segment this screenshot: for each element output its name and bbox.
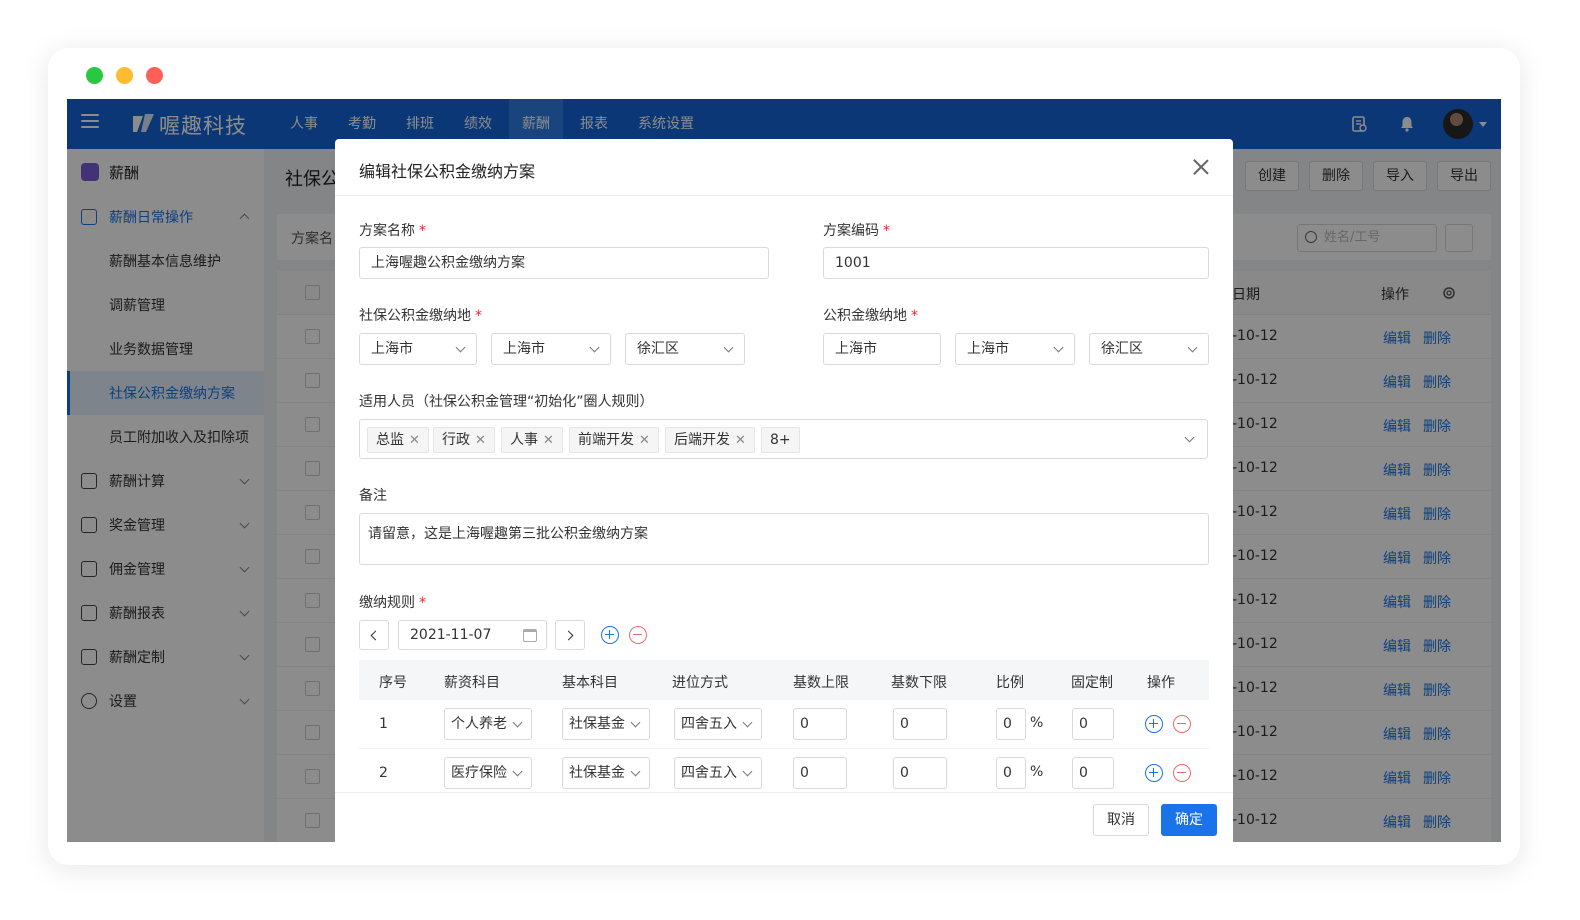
base-item-select[interactable]: 社保基金: [562, 708, 650, 740]
column-rounding: 进位方式: [672, 675, 728, 691]
required-mark: *: [419, 223, 426, 239]
upper-limit-input[interactable]: 0: [793, 708, 847, 740]
close-icon[interactable]: ✕: [639, 429, 650, 453]
lower-limit-input[interactable]: 0: [893, 757, 947, 789]
tag-admin: 行政 ✕: [433, 427, 495, 453]
chevron-left-icon: [370, 630, 381, 641]
rounding-select[interactable]: 四舍五入: [674, 757, 762, 789]
prev-date-button[interactable]: [359, 620, 389, 650]
dialog-title: 编辑社保公积金缴纳方案: [359, 162, 536, 181]
salary-item-select[interactable]: 个人养老: [444, 708, 532, 740]
plan-name-label: 方案名称 *: [359, 220, 426, 240]
tag-more[interactable]: 8+: [761, 427, 800, 453]
remove-row-icon[interactable]: [1173, 715, 1191, 733]
ratio-input[interactable]: 0: [996, 757, 1026, 789]
social-city-select[interactable]: 上海市: [491, 333, 611, 365]
column-ratio: 比例: [996, 675, 1024, 691]
chevron-right-icon: [563, 630, 574, 641]
plan-name-input[interactable]: 上海喔趣公积金缴纳方案: [359, 247, 769, 279]
remove-row-icon[interactable]: [1173, 764, 1191, 782]
tag-label: 后端开发: [674, 432, 730, 448]
rules-label-text: 缴纳规则: [359, 595, 415, 611]
window-minimize-dot[interactable]: [116, 67, 133, 84]
close-icon[interactable]: ✕: [543, 429, 554, 453]
required-mark: *: [883, 223, 890, 239]
fund-location-label-text: 公积金缴纳地: [823, 308, 907, 324]
column-salary-item: 薪资科目: [444, 675, 500, 691]
tag-label: 行政: [442, 432, 470, 448]
required-mark: *: [911, 308, 918, 324]
plan-code-label: 方案编码 *: [823, 220, 890, 240]
tag-backend: 后端开发 ✕: [665, 427, 755, 453]
base-item-select[interactable]: 社保基金: [562, 757, 650, 789]
rule-row: 2 医疗保险 社保基金 四舍五入 0 0 0 % 0: [359, 749, 1209, 798]
edit-plan-dialog: 编辑社保公积金缴纳方案 方案名称 * 上海喔趣公积金缴纳方案 方案编码 * 1001…: [335, 139, 1233, 842]
applicable-staff-label: 适用人员（社保公积金管理“初始化”圈人规则）: [359, 394, 654, 410]
plan-name-label-text: 方案名称: [359, 223, 415, 239]
plan-code-label-text: 方案编码: [823, 223, 879, 239]
remark-label: 备注: [359, 488, 387, 504]
rule-date-value: 2021-11-07: [410, 627, 492, 643]
fixed-input[interactable]: 0: [1072, 708, 1114, 740]
tag-label: 前端开发: [578, 432, 634, 448]
fund-district-select[interactable]: 徐汇区: [1089, 333, 1209, 365]
close-icon[interactable]: ✕: [735, 429, 746, 453]
confirm-button[interactable]: 确定: [1161, 804, 1217, 836]
fixed-input[interactable]: 0: [1072, 757, 1114, 789]
rounding-select[interactable]: 四舍五入: [674, 708, 762, 740]
rule-row: 1 个人养老 社保基金 四舍五入 0 0 0 % 0: [359, 700, 1209, 749]
calendar-icon: [523, 629, 537, 642]
next-date-button[interactable]: [555, 620, 585, 650]
tag-frontend: 前端开发 ✕: [569, 427, 659, 453]
percent-sign: %: [1030, 764, 1044, 780]
rule-date-input[interactable]: 2021-11-07: [398, 620, 547, 650]
fund-location-label: 公积金缴纳地 *: [823, 305, 918, 325]
column-upper-limit: 基数上限: [793, 675, 849, 691]
close-icon[interactable]: ✕: [409, 429, 420, 453]
remark-textarea[interactable]: 请留意，这是上海喔趣第三批公积金缴纳方案: [359, 513, 1209, 565]
upper-limit-input[interactable]: 0: [793, 757, 847, 789]
window-maximize-dot[interactable]: [86, 67, 103, 84]
rules-label: 缴纳规则 *: [359, 592, 426, 612]
add-row-icon[interactable]: [1145, 715, 1163, 733]
remove-rule-icon[interactable]: [629, 626, 647, 644]
column-no: 序号: [379, 675, 407, 691]
add-rule-icon[interactable]: [601, 626, 619, 644]
salary-item-select[interactable]: 医疗保险: [444, 757, 532, 789]
tag-hr: 人事 ✕: [501, 427, 563, 453]
percent-sign: %: [1030, 715, 1044, 731]
column-base-item: 基本科目: [562, 675, 618, 691]
fund-province-input[interactable]: 上海市: [823, 333, 941, 365]
applicable-staff-select[interactable]: 总监 ✕ 行政 ✕ 人事 ✕ 前端开发 ✕ 后端开发 ✕ 8+: [359, 419, 1208, 459]
social-location-label: 社保公积金缴纳地 *: [359, 305, 482, 325]
required-mark: *: [475, 308, 482, 324]
lower-limit-input[interactable]: 0: [893, 708, 947, 740]
social-location-label-text: 社保公积金缴纳地: [359, 308, 471, 324]
social-district-select[interactable]: 徐汇区: [625, 333, 745, 365]
social-province-select[interactable]: 上海市: [359, 333, 477, 365]
close-icon[interactable]: ✕: [475, 429, 486, 453]
rule-table-header: 序号 薪资科目 基本科目 进位方式 基数上限 基数下限 比例 固定制 操作: [359, 660, 1209, 700]
rule-row-no: 2: [379, 765, 388, 781]
column-fixed: 固定制: [1071, 675, 1113, 691]
tag-label: 总监: [376, 432, 404, 448]
dialog-footer: 取消 确定: [335, 792, 1233, 842]
dialog-header: 编辑社保公积金缴纳方案: [335, 139, 1233, 196]
rule-row-no: 1: [379, 716, 388, 732]
tag-director: 总监 ✕: [367, 427, 429, 453]
required-mark: *: [419, 595, 426, 611]
column-lower-limit: 基数下限: [891, 675, 947, 691]
window-close-dot[interactable]: [146, 67, 163, 84]
column-operation: 操作: [1147, 675, 1175, 691]
cancel-button[interactable]: 取消: [1093, 804, 1149, 836]
ratio-input[interactable]: 0: [996, 708, 1026, 740]
fund-city-select[interactable]: 上海市: [955, 333, 1075, 365]
add-row-icon[interactable]: [1145, 764, 1163, 782]
close-icon[interactable]: [1193, 159, 1209, 175]
app-window: 喔趣科技 人事 考勤 排班 绩效 薪酬 报表 系统设置 薪酬 薪酬日常操作 薪酬…: [67, 99, 1501, 842]
tag-label: 人事: [510, 432, 538, 448]
plan-code-input[interactable]: 1001: [823, 247, 1209, 279]
